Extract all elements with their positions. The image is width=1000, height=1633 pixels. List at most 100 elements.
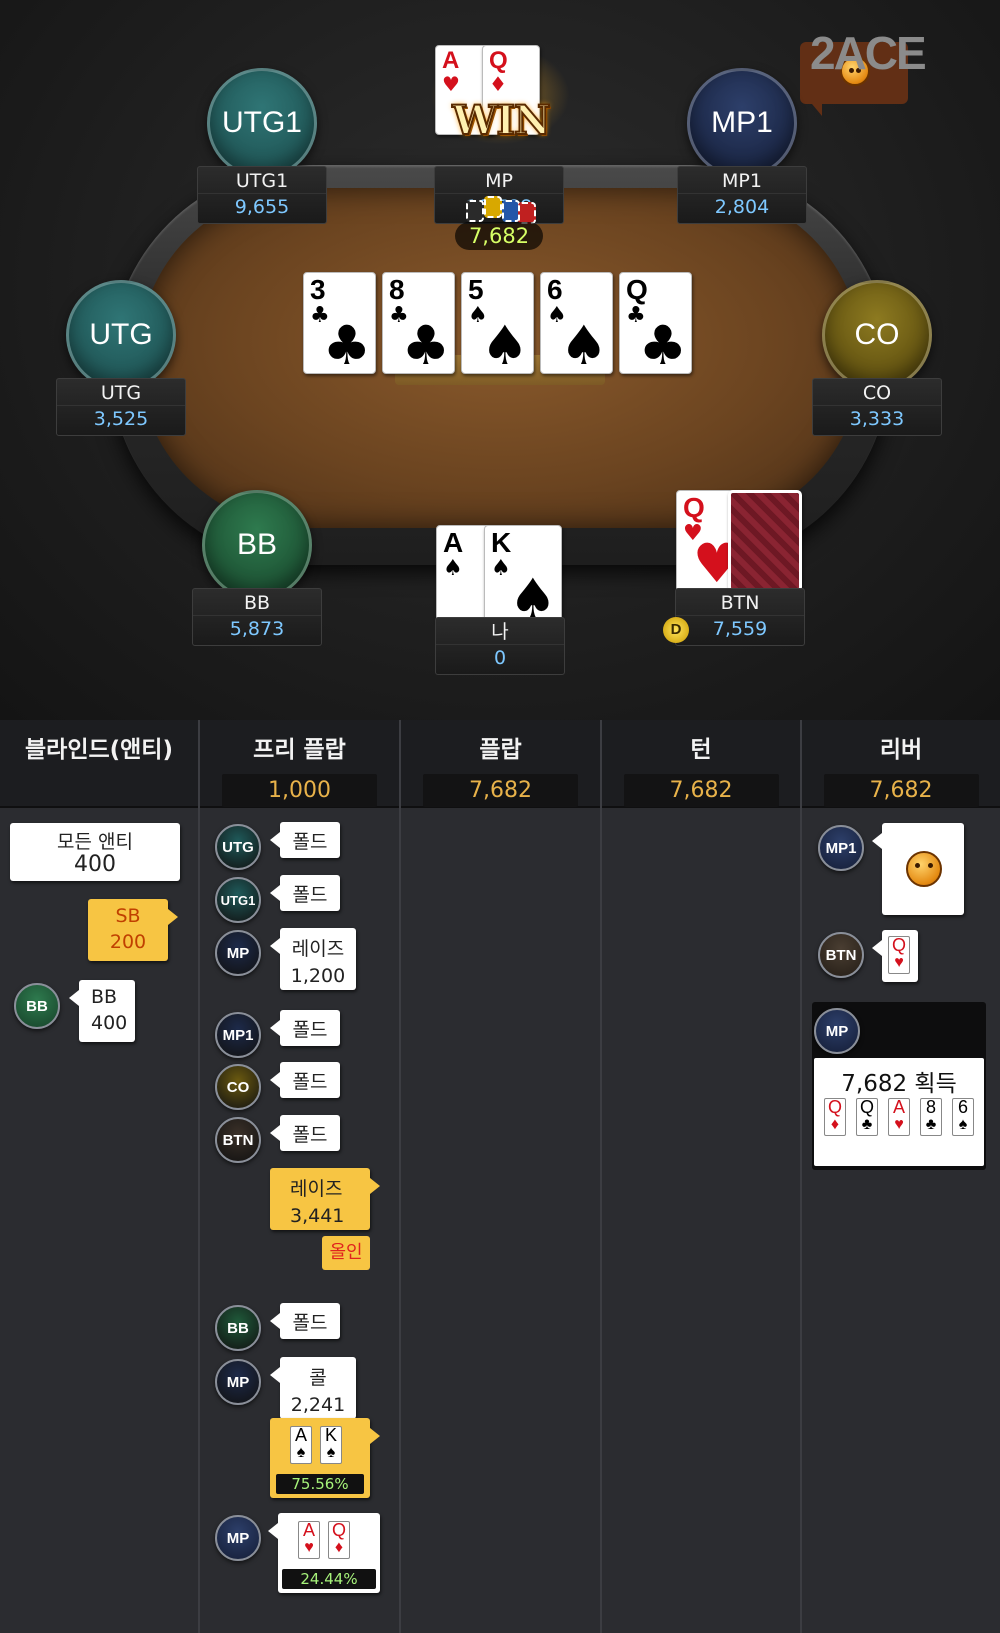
hero-equity-bubble: A ♠ K ♠ 75.56% (270, 1418, 380, 1498)
card-rank: A (302, 1520, 315, 1540)
board-card: Q ♣ ♣ (619, 272, 692, 374)
card-back (728, 490, 802, 592)
board-card: 3 ♣ ♣ (303, 272, 376, 374)
sb-label: SB (115, 905, 141, 927)
card-rank: 8 (925, 1097, 936, 1117)
hero-raise-bubble: 레이즈 3,441 (270, 1168, 380, 1230)
bb-label: BB (91, 986, 118, 1008)
action-badge: MP (215, 930, 261, 976)
brand-logo: 2ACE (810, 27, 927, 79)
river-mp1-badge: MP1 (818, 825, 864, 871)
card-suit: ♦ (830, 1116, 840, 1133)
column-divider (600, 720, 602, 1633)
seat-stack: 5,873 (193, 615, 321, 642)
card-suit: ♥ (894, 954, 904, 971)
btn-show-bubble: Q ♥ (872, 930, 918, 982)
column-divider (399, 720, 401, 1633)
mp-equity-pct: 24.44% (282, 1569, 376, 1589)
mini-card: 8 ♣ (920, 1098, 942, 1136)
card-suit: ♠ (443, 556, 463, 581)
card-rank: Q (683, 492, 705, 523)
mini-card: K ♠ (320, 1426, 342, 1464)
action-badge: MP1 (215, 1012, 261, 1058)
action-label: 폴드 (292, 831, 328, 853)
nameplate: UTG 3,525 (56, 378, 186, 436)
column-header-river: 리버 7,682 (802, 720, 1000, 808)
seat-stack: 7,559 (676, 615, 804, 642)
action-badge: UTG1 (215, 877, 261, 923)
mini-card: Q ♣ (856, 1098, 878, 1136)
avatar: MP1 (687, 68, 797, 178)
win-result-box: MP 7,682 획득 Q ♦ Q ♣ A ♥ 8 ♣ 6 ♠ (812, 1002, 986, 1170)
card-suit-large: ♣ (401, 314, 450, 374)
pot-chips (462, 196, 538, 224)
card-suit-large: ♣ (322, 314, 371, 374)
action-bubble: 폴드 (270, 875, 340, 911)
action-bubble: 폴드 (270, 1010, 340, 1046)
action-bubble: 콜 2,241 (270, 1357, 356, 1419)
card-suit: ♥ (442, 72, 460, 96)
nameplate: 나 0 (435, 617, 565, 675)
ante-label: 모든 앤티 (57, 831, 133, 853)
card-rank: Q (331, 1520, 346, 1540)
action-badge: MP (215, 1359, 261, 1405)
action-bubble: 폴드 (270, 1062, 340, 1098)
action-badge: BB (215, 1305, 261, 1351)
river-btn-badge: BTN (818, 932, 864, 978)
win-banner: A ♥ Q ♦ WIN (430, 45, 570, 145)
my-card-2: K ♠ ♠ (484, 525, 562, 627)
column-header-flop: 플랍 7,682 (401, 720, 600, 808)
card-rank: 5 (468, 274, 484, 305)
emoji-bubble (872, 823, 964, 915)
seat-name: 나 (491, 621, 509, 643)
action-bubble: 폴드 (270, 1303, 340, 1339)
mini-card: 6 ♠ (952, 1098, 974, 1136)
action-label: 콜 (309, 1367, 327, 1389)
column-divider (198, 720, 200, 1633)
action-label: 폴드 (292, 884, 328, 906)
card-rank: Q (859, 1097, 874, 1117)
card-suit: ♠ (296, 1444, 306, 1461)
card-rank: K (491, 527, 512, 558)
column-amount: 7,682 (623, 774, 779, 807)
card-suit: ♣ (925, 1116, 937, 1133)
nameplate: UTG1 9,655 (197, 166, 327, 224)
emoji-icon (906, 851, 942, 887)
avatar: BB (202, 490, 312, 600)
card-suit-large: ♠ (559, 314, 608, 374)
bb-badge: BB (14, 983, 60, 1029)
nameplate: BB 5,873 (192, 588, 322, 646)
card-suit: ♠ (958, 1116, 968, 1133)
card-rank: Q (891, 935, 906, 955)
hero-amount: 3,441 (290, 1205, 345, 1227)
card-rank: 3 (310, 274, 326, 305)
card-suit: ♦ (334, 1539, 344, 1556)
seat-stack: 9,655 (198, 193, 326, 220)
mp-equity-badge: MP (215, 1515, 261, 1561)
ante-amount: 400 (74, 852, 116, 877)
card-rank: Q (626, 274, 648, 305)
poker-table-area: 2ACE UTG1 UTG1 9,655 MP 10,788 A ♥ Q (0, 0, 1000, 720)
card-suit-large: ♣ (638, 314, 687, 374)
dealer-button: D (663, 617, 689, 643)
win-label: WIN (451, 96, 551, 145)
column-title: 턴 (690, 737, 712, 763)
column-title: 리버 (879, 737, 923, 763)
nameplate: CO 3,333 (812, 378, 942, 436)
column-header-preflop: 프리 플랍 1,000 (200, 720, 399, 808)
mp-equity-bubble: A ♥ Q ♦ 24.44% (268, 1513, 380, 1593)
seat-name: UTG (100, 382, 142, 404)
card-rank: Q (489, 47, 508, 74)
win-result-body: 7,682 획득 Q ♦ Q ♣ A ♥ 8 ♣ 6 ♠ (814, 1058, 984, 1166)
card-suit-large: ♠ (480, 314, 529, 374)
seat-name: MP1 (722, 170, 762, 192)
nameplate: MP1 2,804 (677, 166, 807, 224)
action-amount: 2,241 (290, 1394, 346, 1416)
card-rank: 6 (547, 274, 563, 305)
column-amount: 1,000 (222, 774, 377, 807)
allin-tag: 올인 (322, 1236, 370, 1270)
seat-stack: 3,333 (813, 405, 941, 432)
seat-name: BTN (720, 592, 760, 614)
card-suit: ♥ (304, 1539, 314, 1556)
hand-history-panel: 블라인드(앤티) 프리 플랍 1,000 플랍 7,682 턴 7,682 리버… (0, 720, 1000, 1633)
